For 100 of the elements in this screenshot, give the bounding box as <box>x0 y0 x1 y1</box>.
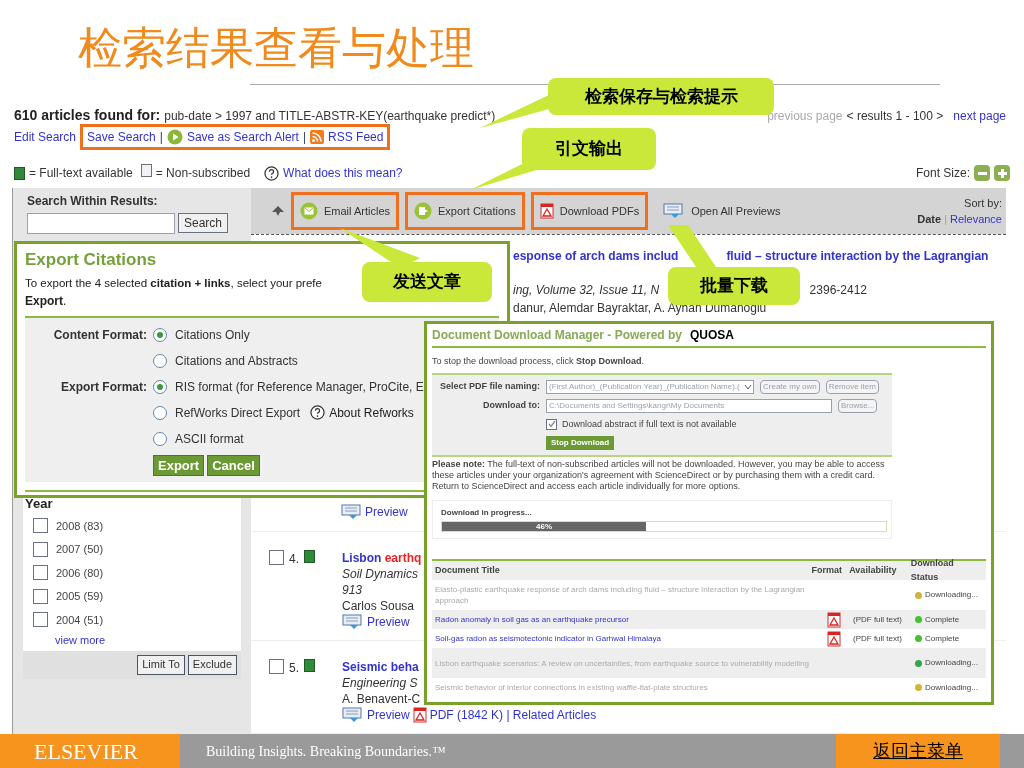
pdf-link[interactable]: PDF (1842 K) | Related Articles <box>429 707 597 723</box>
checkbox[interactable] <box>269 659 284 674</box>
checkbox[interactable] <box>269 550 284 565</box>
rss-icon <box>310 130 325 144</box>
article-title[interactable]: Seismic beha <box>342 659 419 675</box>
decrease-font-button[interactable] <box>974 165 990 181</box>
year-option: 2007 (50) <box>56 541 104 558</box>
preview-link[interactable]: Preview <box>367 707 410 723</box>
radio-button[interactable] <box>153 327 167 342</box>
article-title[interactable]: esponse of arch dams includ <box>513 247 679 265</box>
year-option: 2004 (51) <box>56 611 104 628</box>
authors-text: Carlos Sousa <box>342 598 415 614</box>
checkbox[interactable] <box>33 518 48 534</box>
view-more-link[interactable]: view more <box>55 632 241 649</box>
back-to-menu-button[interactable]: 返回主菜单 <box>836 734 1000 768</box>
document-title[interactable]: Soil-gas radon as seismotectonic indicator in Garhwal Himalaya <box>435 633 810 644</box>
preview-link[interactable]: Preview <box>367 614 410 630</box>
help-link[interactable]: What does this mean? <box>283 164 403 182</box>
radio-button[interactable] <box>153 353 167 368</box>
separator-text: | <box>159 129 163 146</box>
next-page-link[interactable]: next page <box>953 106 1006 125</box>
status-text: Complete <box>925 632 960 645</box>
search-link[interactable]: Save Search <box>87 128 156 146</box>
volume-text: 913 <box>342 582 363 598</box>
instruction-text: Export. <box>25 292 67 310</box>
help-icon <box>310 405 326 421</box>
increase-font-button[interactable] <box>994 165 1010 181</box>
search-link[interactable]: RSS Feed <box>328 128 384 146</box>
radio-button[interactable] <box>153 379 167 394</box>
checkbox[interactable] <box>33 588 48 604</box>
article-title[interactable]: fluid – structure interaction by the Lagrangian <box>726 247 989 265</box>
radio-label[interactable]: ASCII format <box>175 429 244 448</box>
preview-icon <box>342 707 364 723</box>
journal-text: Soil Dynamics <box>342 566 419 582</box>
limit-to-button[interactable]: Limit To <box>137 654 185 675</box>
checkbox[interactable] <box>546 418 557 430</box>
full-text-icon <box>14 166 25 180</box>
document-title: Seismic behavior of interior connections in existing waffle-flat-plate structures <box>435 682 709 693</box>
window-title: Document Download Manager - Powered by <box>432 327 683 344</box>
pages-text: 2396-2412 <box>809 282 867 299</box>
toolbar-button[interactable]: Open All Previews <box>654 192 790 230</box>
tagline: Building Insights. Breaking Boundaries.™ <box>205 742 447 761</box>
sort-option[interactable]: Relevance <box>950 211 1002 228</box>
authors-text: A. Benavent-C <box>342 691 421 707</box>
document-title[interactable]: Radon anomaly in soil gas as an earthquake precursor <box>435 614 810 625</box>
legend-text: = Non-subscribed <box>155 165 251 182</box>
pdf-icon <box>539 203 554 219</box>
radio-label[interactable]: RefWorks Direct Export <box>175 403 301 422</box>
availability-text: (PDF full text) <box>853 614 902 624</box>
toolbar-button[interactable]: Download PDFs <box>530 192 649 230</box>
status-text: Downloading... <box>925 657 978 669</box>
checkbox[interactable] <box>33 541 48 557</box>
preview-icon <box>342 614 364 630</box>
exclude-button[interactable]: Exclude <box>187 654 237 675</box>
result-count: 610 articles found for: <box>14 106 161 125</box>
format-label: Export Format: <box>61 378 147 396</box>
status-text: Downloading... <box>925 681 978 694</box>
field-label: Download to: <box>482 398 540 412</box>
journal-text: Engineering S <box>342 675 418 691</box>
font-size-label: Font Size: <box>915 165 970 182</box>
column-header: Format <box>811 563 844 577</box>
search-link[interactable]: Edit Search <box>14 128 77 146</box>
radio-label[interactable]: Citations Only <box>175 325 250 344</box>
separator-text: | <box>944 212 947 227</box>
filter-title: Year <box>24 495 54 513</box>
preview-link[interactable]: Preview <box>365 503 408 521</box>
search-within-field[interactable] <box>27 213 175 234</box>
search-link[interactable]: Save as Search Alert <box>186 128 299 146</box>
results-range: < results 1 - 100 > <box>846 107 944 125</box>
non-subscribed-icon <box>140 164 152 177</box>
instruction-text: To export the 4 selected citation + links, select your prefe <box>25 275 322 291</box>
column-header: Download Status <box>910 557 955 584</box>
search-within-label: Search Within Results: <box>27 193 159 210</box>
envelope-icon <box>300 202 318 220</box>
radio-button[interactable] <box>153 405 167 420</box>
field-label: Select PDF file naming: <box>438 379 540 393</box>
article-title[interactable]: Lisbon earthq <box>342 550 422 566</box>
pdf-icon <box>412 707 427 723</box>
export-icon <box>414 202 433 220</box>
year-option: 2008 (83) <box>56 517 104 534</box>
radio-label[interactable]: Citations and Abstracts <box>175 351 298 370</box>
availability-text: (PDF full text) <box>853 633 902 643</box>
result-number: 4. <box>289 551 299 568</box>
checkbox[interactable] <box>33 612 48 628</box>
callout-label: 发送文章 <box>362 262 492 302</box>
toolbar-button[interactable]: Email Articles <box>291 192 400 230</box>
column-header: Availability <box>849 563 898 577</box>
toolbar-button[interactable]: Export Citations <box>405 192 525 230</box>
slide-title: 检索结果查看与处理 <box>77 21 475 74</box>
status-text: Complete <box>925 613 960 626</box>
sort-option[interactable]: Date <box>917 211 942 228</box>
play-icon <box>166 129 183 145</box>
preview-icon <box>663 203 686 219</box>
help-link[interactable]: About Refworks <box>329 403 414 422</box>
radio-label[interactable]: RIS format (for Reference Manager, ProCite, E <box>175 377 424 396</box>
instruction-text: To stop the download process, click Stop Download. <box>432 355 646 368</box>
search-button[interactable]: Search <box>178 213 229 233</box>
checkbox[interactable] <box>33 565 48 581</box>
legend-text: = Full-text available <box>29 165 133 182</box>
radio-button[interactable] <box>153 431 167 446</box>
